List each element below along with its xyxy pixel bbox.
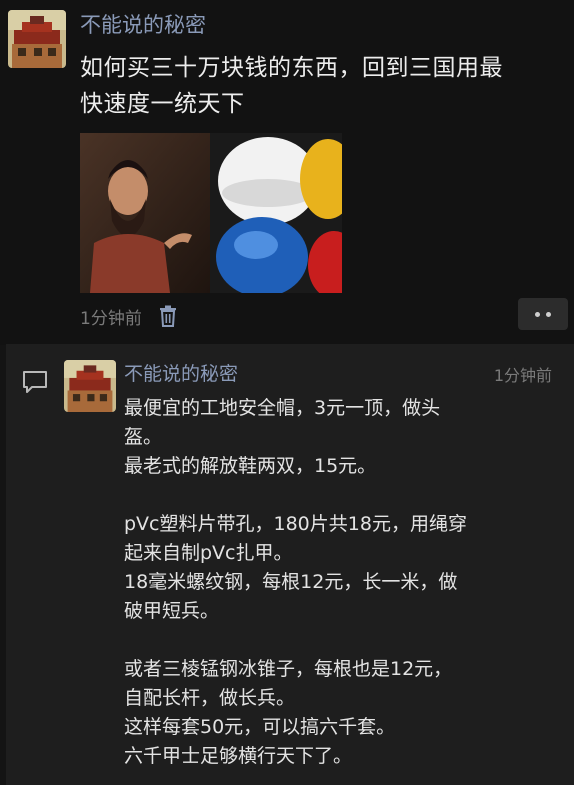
post-text-line: 如何买三十万块钱的东西，回到三国用最 [80, 55, 503, 81]
comment-line: 这样每套50元，可以搞六千套。 [124, 716, 396, 738]
photo-safety-helmets[interactable] [210, 133, 342, 293]
comment-line: 盔。 [124, 426, 163, 448]
more-button[interactable] [518, 298, 568, 330]
comment-line: 最便宜的工地安全帽，3元一顶，做头 [124, 397, 441, 419]
avatar[interactable] [8, 10, 66, 68]
comment-line: 最老式的解放鞋两双，15元。 [124, 455, 377, 477]
comment-section: 不能说的秘密 1分钟前 最便宜的工地安全帽，3元一顶，做头 盔。 最老式的解放鞋… [6, 344, 574, 785]
comment-line: pVc塑料片带孔，180片共18元，用绳穿 [124, 513, 467, 535]
dot-icon [535, 311, 540, 317]
comment-spacer [124, 626, 554, 655]
comment-line: 自配长杆，做长兵。 [124, 687, 296, 709]
comment-line: 破甲短兵。 [124, 600, 220, 622]
comment-line: 或者三棱锰钢冰锥子，每根也是12元， [124, 658, 453, 680]
photo-bearded-man-icon [80, 133, 210, 293]
comment-line: 六千甲士足够横行天下了。 [124, 745, 353, 767]
comment-spacer [124, 481, 554, 510]
comment-avatar[interactable] [64, 360, 116, 412]
dot-icon [546, 311, 551, 317]
trash-icon[interactable] [158, 305, 178, 327]
post-time: 1分钟前 [80, 308, 142, 329]
comment-line: 18毫米螺纹钢，每根12元，长一米，做 [124, 571, 458, 593]
post-meta: 1分钟前 [80, 304, 178, 329]
comment-icon [23, 371, 47, 393]
comment-author[interactable]: 不能说的秘密 [124, 360, 238, 388]
post-text: 如何买三十万块钱的东西，回到三国用最 快速度一统天下 [80, 50, 570, 122]
comment-time: 1分钟前 [493, 366, 552, 385]
post-text-line: 快速度一统天下 [80, 91, 245, 117]
post-author[interactable]: 不能说的秘密 [80, 10, 206, 40]
photo-bearded-man[interactable] [80, 133, 210, 293]
moment-post: 不能说的秘密 如何买三十万块钱的东西，回到三国用最 快速度一统天下 1分钟前 [0, 0, 574, 345]
comment-line: 起来自制pVc扎甲。 [124, 542, 293, 564]
comment-body[interactable]: 最便宜的工地安全帽，3元一顶，做头 盔。 最老式的解放鞋两双，15元。 pVc塑… [124, 394, 554, 771]
photo-safety-helmets-icon [210, 133, 342, 293]
